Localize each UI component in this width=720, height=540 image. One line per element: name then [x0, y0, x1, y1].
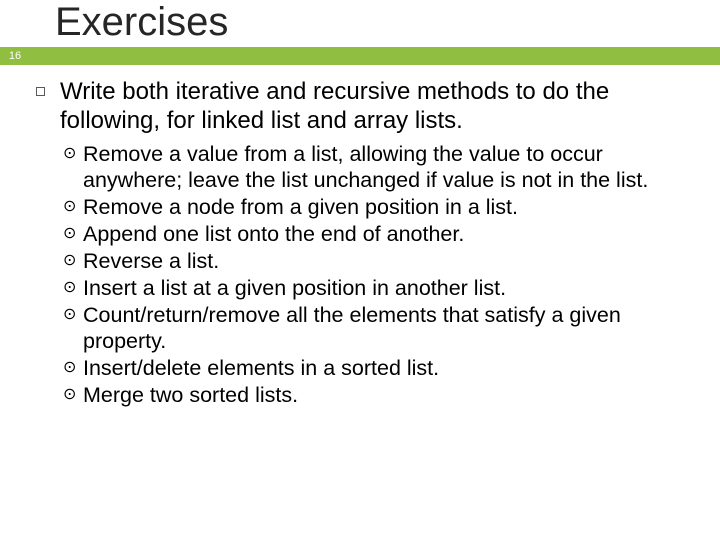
circle-dot-icon: ⊙: [63, 248, 83, 274]
page-number-badge: 16: [0, 49, 30, 64]
slide-title: Exercises: [55, 0, 228, 45]
circle-dot-icon: ⊙: [63, 302, 83, 354]
list-item: ⊙ Append one list onto the end of anothe…: [63, 221, 700, 247]
slide-body: Write both iterative and recursive metho…: [36, 77, 700, 409]
list-item-text: Insert/delete elements in a sorted list.: [83, 355, 439, 381]
list-item: ⊙ Insert/delete elements in a sorted lis…: [63, 355, 700, 381]
list-item: ⊙ Remove a value from a list, allowing t…: [63, 141, 700, 193]
circle-dot-icon: ⊙: [63, 382, 83, 408]
header-band: [0, 47, 720, 65]
list-item: ⊙ Reverse a list.: [63, 248, 700, 274]
list-item-text: Reverse a list.: [83, 248, 219, 274]
intro-text: Write both iterative and recursive metho…: [60, 77, 700, 135]
circle-dot-icon: ⊙: [63, 141, 83, 193]
list-item-text: Append one list onto the end of another.: [83, 221, 464, 247]
list-item: ⊙ Count/return/remove all the elements t…: [63, 302, 700, 354]
list-item-text: Remove a node from a given position in a…: [83, 194, 518, 220]
circle-dot-icon: ⊙: [63, 275, 83, 301]
list-item-text: Remove a value from a list, allowing the…: [83, 141, 700, 193]
square-bullet-icon: [36, 77, 60, 135]
slide: 16 Exercises Write both iterative and re…: [0, 0, 720, 540]
list-item: ⊙ Merge two sorted lists.: [63, 382, 700, 408]
list-item: ⊙ Insert a list at a given position in a…: [63, 275, 700, 301]
circle-dot-icon: ⊙: [63, 221, 83, 247]
list-item-text: Merge two sorted lists.: [83, 382, 298, 408]
list-item-text: Insert a list at a given position in ano…: [83, 275, 506, 301]
circle-dot-icon: ⊙: [63, 194, 83, 220]
circle-dot-icon: ⊙: [63, 355, 83, 381]
intro-item: Write both iterative and recursive metho…: [36, 77, 700, 135]
list-item: ⊙ Remove a node from a given position in…: [63, 194, 700, 220]
exercise-list: ⊙ Remove a value from a list, allowing t…: [63, 141, 700, 408]
list-item-text: Count/return/remove all the elements tha…: [83, 302, 700, 354]
